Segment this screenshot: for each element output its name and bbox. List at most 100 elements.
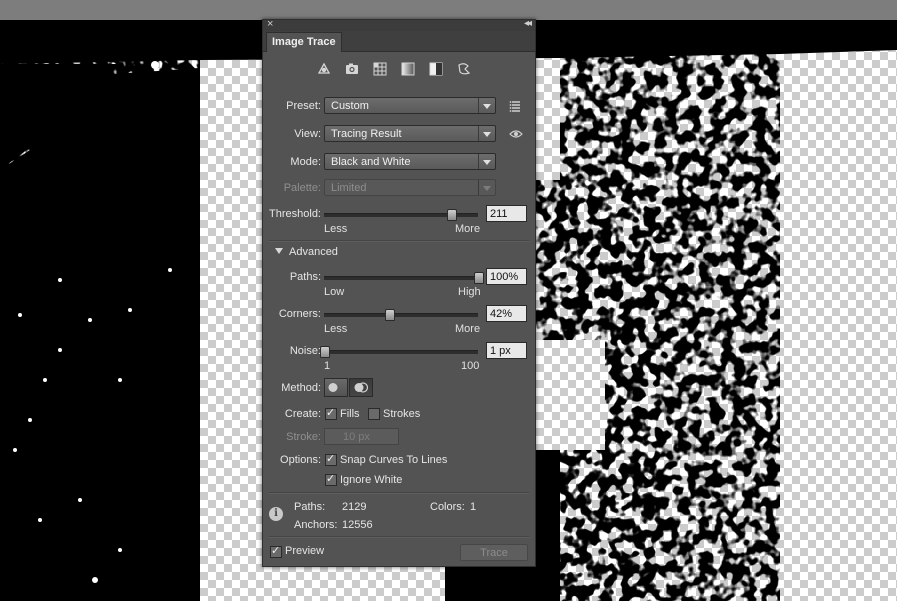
preset-row: Preset: Custom	[263, 96, 535, 116]
black-and-white-icon[interactable]	[427, 60, 445, 78]
image-trace-panel: × ◂◂ Image Trace Preset: Custom View: Tr…	[262, 18, 536, 567]
create-row: Create: Fills Strokes	[263, 404, 535, 424]
method-abutting-button[interactable]	[324, 378, 348, 397]
method-label: Method:	[281, 382, 321, 394]
paths-min-label: Low	[324, 286, 345, 298]
threshold-label: Threshold:	[269, 208, 321, 220]
palette-value: Limited	[331, 182, 367, 194]
noise-min-label: 1	[324, 360, 331, 372]
preview-label: Preview	[285, 545, 325, 557]
chevron-down-icon	[478, 180, 495, 195]
paths-slider-thumb[interactable]	[474, 272, 484, 284]
threshold-max-label: More	[455, 223, 481, 235]
ignore-white-label: Ignore White	[340, 474, 403, 486]
noise-value-field[interactable]: 1 px	[486, 342, 527, 359]
stats-paths-label: Paths:	[294, 501, 326, 513]
stroke-value-field[interactable]: 10 px	[324, 428, 399, 445]
abutting-icon	[328, 383, 342, 392]
paths-row: Paths: 100%	[263, 267, 535, 287]
divider	[269, 492, 529, 494]
view-dropdown[interactable]: Tracing Result	[324, 125, 496, 142]
outline-icon[interactable]	[455, 60, 473, 78]
fills-checkbox[interactable]	[325, 406, 337, 420]
stroke-value: 10 px	[343, 431, 370, 443]
grayscale-icon[interactable]	[399, 60, 417, 78]
noise-row: Noise: 1 px	[263, 341, 535, 361]
mode-row: Mode: Black and White	[263, 152, 535, 172]
info-icon: i	[269, 507, 283, 521]
auto-color-icon[interactable]	[315, 60, 333, 78]
noise-slider-thumb[interactable]	[320, 346, 330, 358]
corners-value-field[interactable]: 42%	[486, 305, 527, 322]
preset-icon-bar	[315, 60, 473, 78]
options-row: Options: Snap Curves To Lines	[263, 450, 535, 470]
high-color-icon[interactable]	[343, 60, 361, 78]
stats-anchors-label: Anchors:	[294, 519, 338, 531]
noise-max-label: 100	[461, 360, 480, 372]
snap-curves-checkbox[interactable]	[325, 452, 337, 466]
paths-label: Paths:	[289, 271, 321, 283]
threshold-min-label: Less	[324, 223, 348, 235]
stats-colors-value: 1	[470, 501, 477, 513]
stroke-row: Stroke: 10 px	[263, 427, 535, 447]
threshold-slider[interactable]	[324, 209, 478, 221]
mode-value: Black and White	[331, 156, 411, 168]
close-icon[interactable]: ×	[267, 18, 273, 30]
noise-slider[interactable]	[320, 346, 478, 358]
corners-max-label: More	[455, 323, 481, 335]
eye-icon[interactable]	[509, 127, 523, 141]
corners-label: Corners:	[278, 308, 321, 320]
stats-colors-label: Colors:	[430, 501, 465, 513]
ignore-white-row: Ignore White	[263, 470, 535, 490]
divider	[269, 536, 529, 538]
document-top-ruler	[0, 0, 897, 21]
paths-max-label: High	[458, 286, 481, 298]
threshold-value-field[interactable]: 211	[486, 205, 527, 222]
preset-value: Custom	[331, 100, 369, 112]
panel-title-bar[interactable]: × ◂◂	[263, 18, 535, 31]
strokes-label: Strokes	[383, 408, 421, 420]
advanced-label: Advanced	[289, 246, 338, 258]
stats-paths-value: 2129	[342, 501, 367, 513]
trace-button[interactable]: Trace	[460, 544, 528, 561]
strokes-checkbox[interactable]	[368, 408, 380, 420]
preview-checkbox[interactable]	[270, 544, 282, 558]
threshold-slider-thumb[interactable]	[446, 209, 457, 221]
advanced-toggle[interactable]: Advanced	[275, 246, 338, 258]
paths-value-field[interactable]: 100%	[486, 268, 527, 285]
corners-row: Corners: 42%	[263, 304, 535, 324]
threshold-row: Threshold: 211	[263, 204, 535, 224]
chevron-down-icon	[478, 98, 495, 113]
options-label: Options:	[280, 454, 321, 466]
palette-row: Palette: Limited	[263, 178, 535, 198]
divider	[269, 240, 529, 242]
overlapping-icon	[354, 382, 369, 393]
method-overlapping-button[interactable]	[349, 378, 373, 397]
manage-presets-icon[interactable]	[509, 99, 523, 113]
create-label: Create:	[284, 408, 321, 420]
palette-label: Palette:	[283, 182, 321, 194]
chevron-down-icon	[478, 126, 495, 141]
corners-slider-thumb[interactable]	[384, 309, 395, 321]
disclosure-triangle-icon	[275, 248, 283, 254]
noise-label: Noise:	[289, 345, 321, 357]
ignore-white-checkbox[interactable]	[325, 472, 337, 486]
mode-dropdown[interactable]: Black and White	[324, 153, 496, 170]
chevron-down-icon	[478, 154, 495, 169]
mode-label: Mode:	[290, 156, 321, 168]
low-color-icon[interactable]	[371, 60, 389, 78]
paths-slider[interactable]	[324, 272, 484, 284]
corners-slider[interactable]	[324, 309, 478, 321]
tab-image-trace[interactable]: Image Trace	[266, 32, 342, 52]
corners-min-label: Less	[324, 323, 348, 335]
fills-label: Fills	[340, 408, 360, 420]
view-row: View: Tracing Result	[263, 124, 535, 144]
palette-dropdown[interactable]: Limited	[324, 179, 496, 196]
method-row: Method:	[263, 378, 535, 398]
stroke-label: Stroke:	[286, 431, 321, 443]
collapse-icon[interactable]: ◂◂	[524, 18, 532, 29]
snap-curves-label: Snap Curves To Lines	[340, 454, 448, 466]
view-value: Tracing Result	[331, 128, 402, 140]
preset-label: Preset:	[286, 100, 321, 112]
preset-dropdown[interactable]: Custom	[324, 97, 496, 114]
